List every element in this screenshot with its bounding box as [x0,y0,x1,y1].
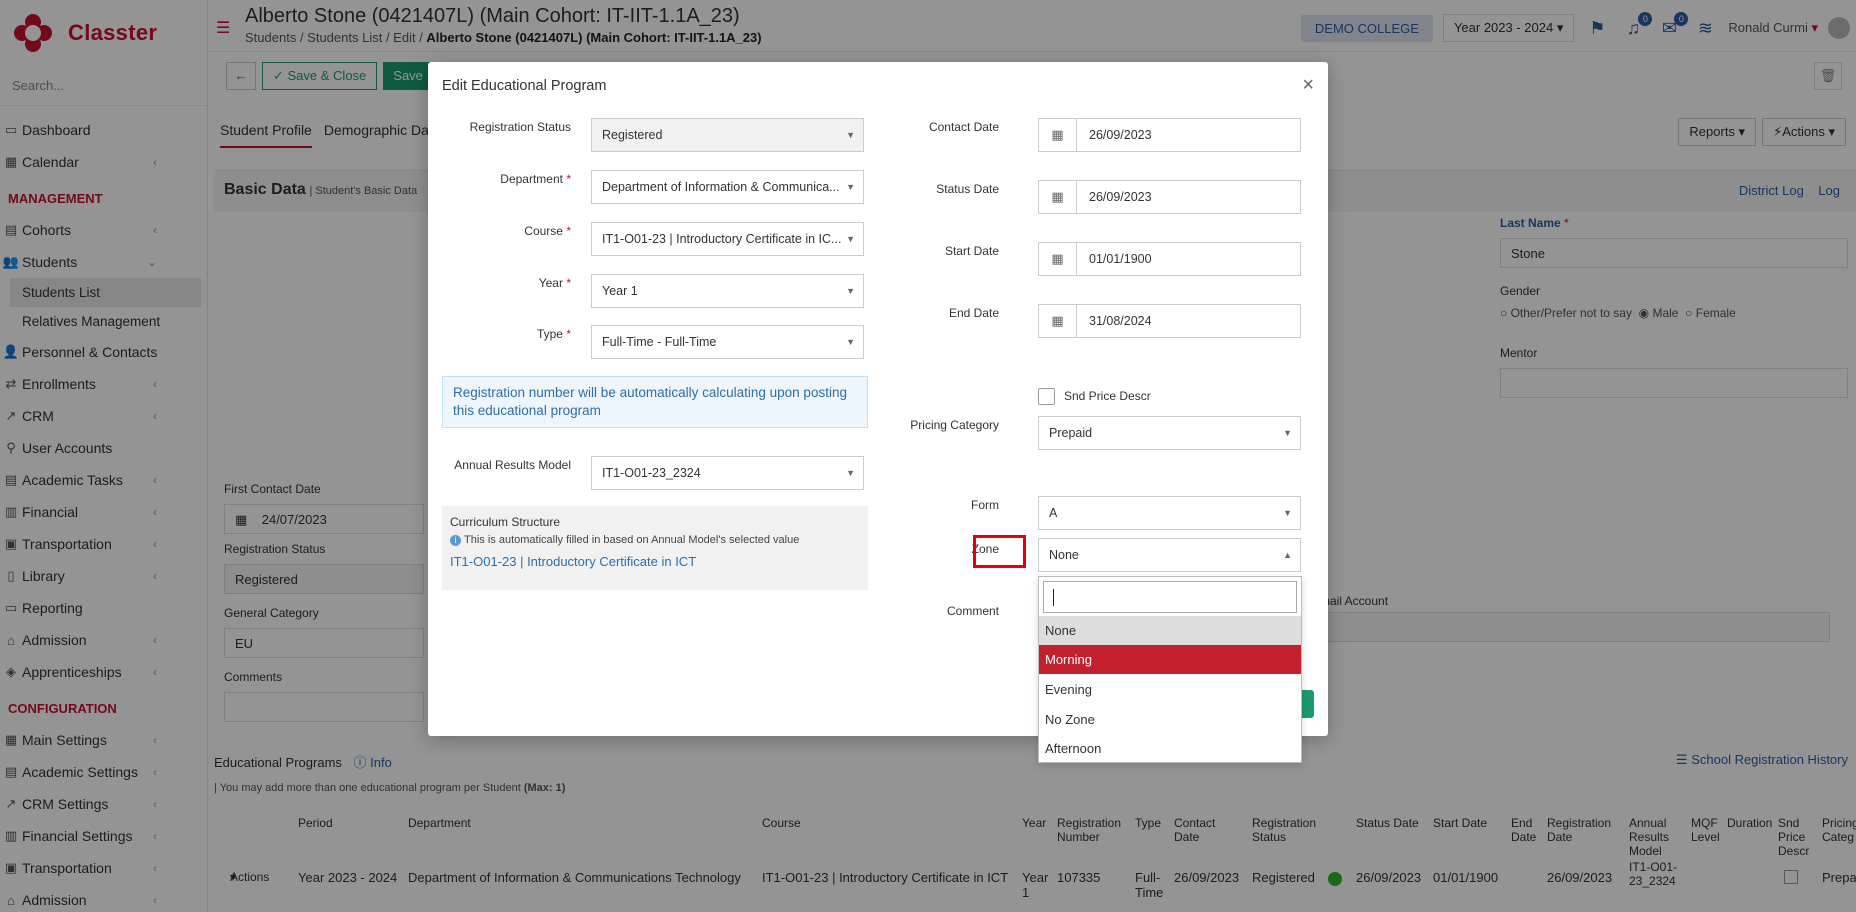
registration-status-label: Registration Status [469,120,571,134]
course-select[interactable]: IT1-O01-23 | Introductory Certificate in… [591,222,864,256]
caret-down-icon: ▼ [846,130,855,140]
start-date-label: Start Date [944,244,999,258]
zone-option-morning[interactable]: Morning [1039,645,1301,674]
year-label: Year * [538,276,571,290]
end-date-field[interactable]: ▦ 31/08/2024 [1038,304,1301,338]
caret-down-icon: ▼ [846,337,855,347]
zone-option-no-zone[interactable]: No Zone [1039,705,1301,734]
zone-option-evening[interactable]: Evening [1039,675,1301,704]
registration-info-alert: Registration number will be automaticall… [442,376,868,428]
modal-title: Edit Educational Program [442,78,607,94]
type-select[interactable]: Full-Time - Full-Time ▼ [591,325,864,359]
caret-down-icon: ▼ [846,286,855,296]
zone-highlight-box [973,535,1026,568]
status-date-field[interactable]: ▦ 26/09/2023 [1038,180,1301,214]
calendar-icon: ▦ [1039,305,1077,337]
pricing-category-label: Pricing Category [910,418,999,432]
pricing-category-select[interactable]: Prepaid ▼ [1038,416,1301,450]
end-date-label: End Date [948,306,999,320]
zone-select[interactable]: None ▲ [1038,538,1301,572]
close-icon[interactable]: × [1302,74,1314,97]
caret-up-icon: ▲ [1283,550,1292,560]
caret-down-icon: ▼ [846,182,855,192]
form-label: Form [971,498,999,512]
contact-date-label: Contact Date [928,120,999,134]
zone-dropdown: None Morning Evening No Zone Afternoon [1038,576,1302,763]
status-date-label: Status Date [936,182,999,196]
contact-date-field[interactable]: ▦ 26/09/2023 [1038,118,1301,152]
course-label: Course * [524,224,571,238]
zone-search-input[interactable] [1043,581,1297,613]
zone-option-afternoon[interactable]: Afternoon [1039,734,1301,763]
snd-price-checkbox[interactable] [1038,388,1055,405]
zone-option-none[interactable]: None [1039,616,1301,645]
year-select[interactable]: Year 1 ▼ [591,274,864,308]
snd-price-label: Snd Price Descr [1064,389,1151,403]
annual-results-select[interactable]: IT1-O01-23_2324 ▼ [591,456,864,490]
calendar-icon: ▦ [1039,119,1077,151]
type-label: Type * [536,327,571,341]
curriculum-structure: Curriculum Structure i This is automatica… [442,506,868,590]
calendar-icon: ▦ [1039,243,1077,275]
registration-status-select[interactable]: Registered ▼ [591,118,864,152]
caret-down-icon: ▼ [1283,428,1292,438]
info-icon: i [450,535,461,546]
start-date-field[interactable]: ▦ 01/01/1900 [1038,242,1301,276]
calendar-icon: ▦ [1039,181,1077,213]
caret-down-icon: ▼ [1283,508,1292,518]
annual-results-label: Annual Results Model [454,458,571,472]
department-label: Department * [500,172,571,186]
form-select[interactable]: A ▼ [1038,496,1301,530]
text-cursor [1053,589,1054,606]
curriculum-link[interactable]: IT1-O01-23 | Introductory Certificate in… [450,554,860,569]
caret-down-icon: ▼ [846,234,855,244]
modal-save-button[interactable] [1300,690,1314,718]
caret-down-icon: ▼ [846,468,855,478]
department-select[interactable]: Department of Information & Communica...… [591,170,864,204]
comment-label: Comment [946,604,999,618]
